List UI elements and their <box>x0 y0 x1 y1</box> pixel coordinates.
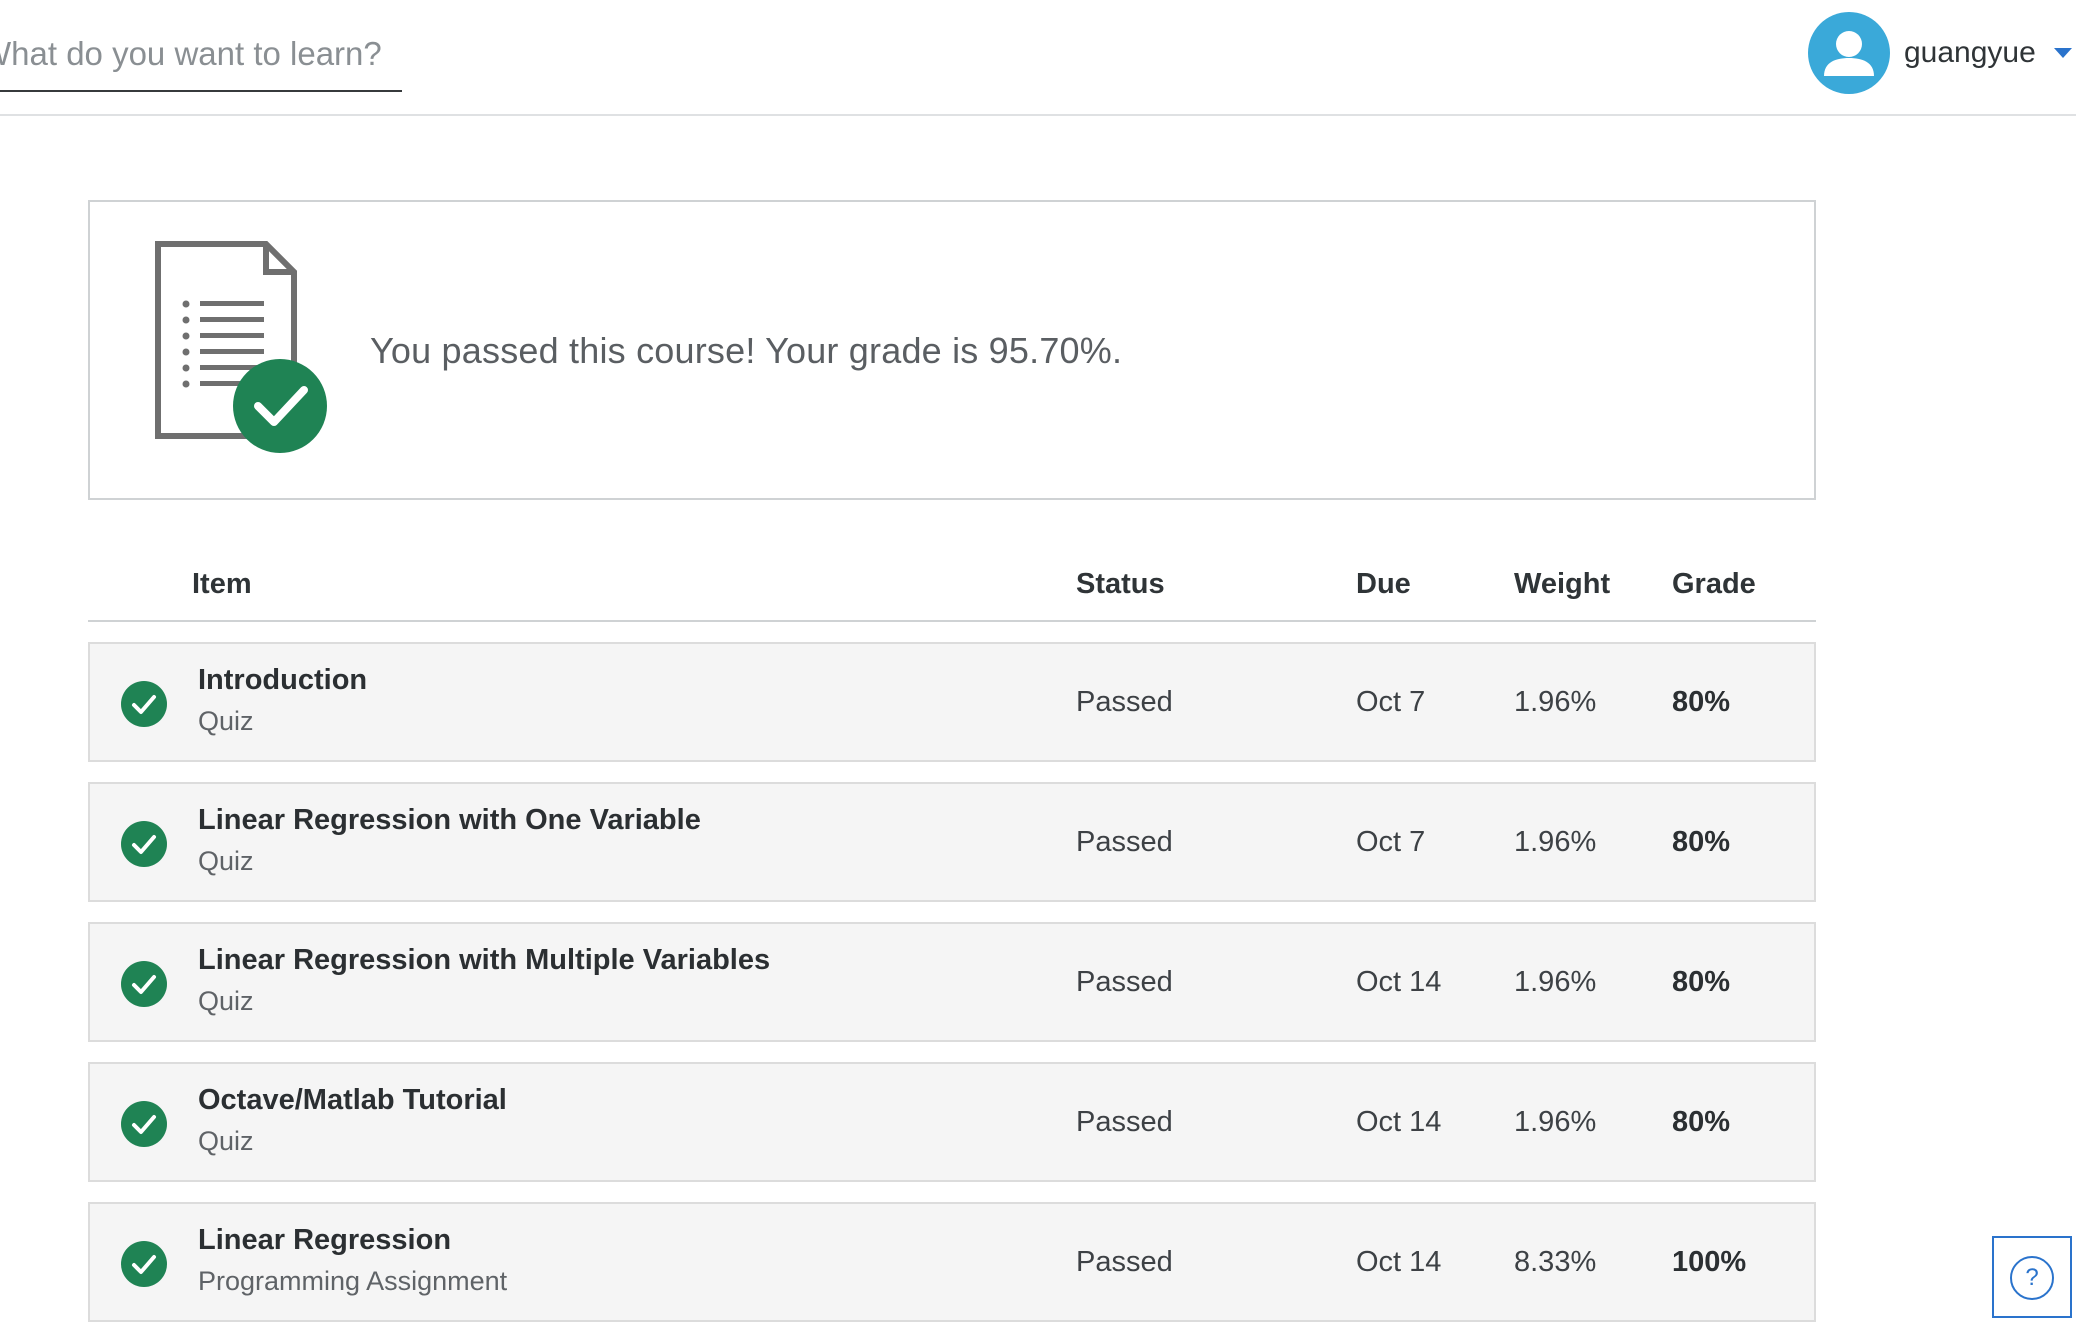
table-row[interactable]: Linear Regression Programming Assignment… <box>88 1202 1816 1322</box>
avatar-icon[interactable] <box>1808 12 1890 94</box>
help-button[interactable]: ? <box>1992 1236 2072 1318</box>
item-type: Programming Assignment <box>198 1266 508 1296</box>
item-type: Quiz <box>198 706 254 736</box>
column-header-item: Item <box>192 568 252 600</box>
item-type: Quiz <box>198 1126 254 1156</box>
check-circle-icon <box>121 821 167 867</box>
status-cell: Passed <box>1076 1246 1173 1278</box>
due-cell: Oct 14 <box>1356 1106 1442 1138</box>
grade-cell: 80% <box>1672 1106 1731 1138</box>
due-cell: Oct 7 <box>1356 826 1426 858</box>
item-title-link[interactable]: Linear Regression with One Variable <box>198 804 701 837</box>
due-cell: Oct 7 <box>1356 686 1426 718</box>
check-circle-icon <box>121 1101 167 1147</box>
status-cell: Passed <box>1076 1106 1173 1138</box>
column-header-weight: Weight <box>1514 568 1611 600</box>
weight-cell: 1.96% <box>1514 1106 1597 1138</box>
weight-cell: 1.96% <box>1514 686 1597 718</box>
due-cell: Oct 14 <box>1356 966 1442 998</box>
status-cell: Passed <box>1076 966 1173 998</box>
check-circle-icon <box>121 1241 167 1287</box>
check-circle-icon <box>121 681 167 727</box>
due-cell: Oct 14 <box>1356 1246 1442 1278</box>
column-header-status: Status <box>1076 568 1165 600</box>
course-passed-banner: You passed this course! Your grade is 95… <box>88 200 1816 500</box>
caret-down-icon[interactable] <box>2053 48 2072 58</box>
item-title-link[interactable]: Linear Regression with Multiple Variable… <box>198 944 770 977</box>
grade-cell: 100% <box>1672 1246 1747 1278</box>
grade-cell: 80% <box>1672 686 1731 718</box>
weight-cell: 8.33% <box>1514 1246 1597 1278</box>
username-label[interactable]: guangyue <box>1904 36 2036 70</box>
item-title-link[interactable]: Octave/Matlab Tutorial <box>198 1084 507 1117</box>
status-cell: Passed <box>1076 826 1173 858</box>
item-type: Quiz <box>198 986 254 1016</box>
table-row[interactable]: Linear Regression with One Variable Quiz… <box>88 782 1816 902</box>
table-row[interactable]: Introduction Quiz Passed Oct 7 1.96% 80% <box>88 642 1816 762</box>
grade-cell: 80% <box>1672 966 1731 998</box>
search-bar <box>0 18 402 92</box>
weight-cell: 1.96% <box>1514 826 1597 858</box>
table-row[interactable]: Linear Regression with Multiple Variable… <box>88 922 1816 1042</box>
table-row[interactable]: Octave/Matlab Tutorial Quiz Passed Oct 1… <box>88 1062 1816 1182</box>
grades-table-header: Item Status Due Weight Grade <box>88 560 1816 622</box>
top-header: guangyue <box>0 0 2076 116</box>
column-header-grade: Grade <box>1672 568 1756 600</box>
search-input[interactable] <box>0 18 402 90</box>
help-icon[interactable]: ? <box>2010 1256 2054 1300</box>
item-title-link[interactable]: Introduction <box>198 664 367 697</box>
column-header-due: Due <box>1356 568 1411 600</box>
item-title-link[interactable]: Linear Regression <box>198 1224 451 1257</box>
grade-message: You passed this course! Your grade is 95… <box>370 330 1123 371</box>
status-cell: Passed <box>1076 686 1173 718</box>
document-check-icon <box>154 240 344 470</box>
check-circle-icon <box>121 961 167 1007</box>
grade-cell: 80% <box>1672 826 1731 858</box>
weight-cell: 1.96% <box>1514 966 1597 998</box>
user-menu[interactable]: guangyue <box>1808 12 2072 94</box>
item-type: Quiz <box>198 846 254 876</box>
